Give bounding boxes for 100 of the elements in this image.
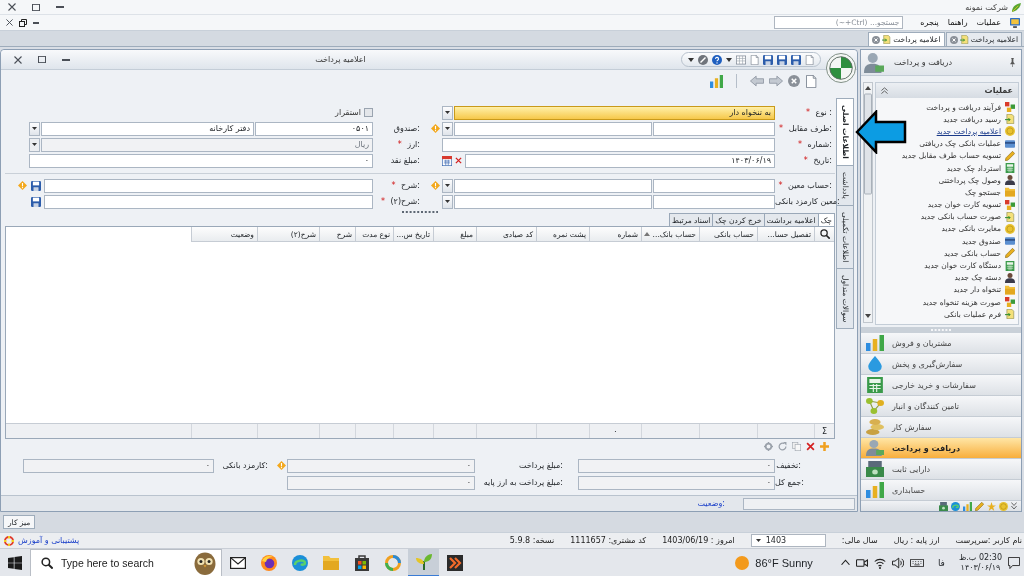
maximize-icon[interactable] (32, 3, 40, 11)
cross-icon[interactable] (455, 157, 462, 164)
caret-icon[interactable] (688, 57, 694, 62)
calendar-icon[interactable] (442, 155, 452, 166)
page-icon[interactable] (805, 74, 817, 88)
swirl-icon (291, 554, 308, 571)
dropdown-button[interactable] (442, 105, 453, 120)
star-icon[interactable] (987, 501, 996, 511)
dropdown-button[interactable] (29, 121, 40, 136)
maximize-icon[interactable] (38, 56, 46, 63)
keyboard-icon[interactable] (909, 556, 924, 569)
combo-field[interactable]: به تنخواه دار (454, 105, 775, 120)
search-icon[interactable] (819, 229, 830, 239)
double-chevron-icon[interactable] (1011, 502, 1017, 510)
close-icon[interactable] (8, 3, 16, 11)
section-header[interactable]: عملیات (876, 83, 1018, 98)
wifi-icon[interactable] (873, 556, 886, 569)
search-box[interactable]: Type here to search (30, 548, 222, 576)
bar-chart-icon[interactable] (963, 501, 972, 511)
module-button[interactable]: سفارشات و خرید خارجی (861, 375, 1021, 396)
cross-icon[interactable] (806, 442, 815, 451)
code-field[interactable] (653, 194, 775, 209)
pencil-icon (1005, 248, 1015, 259)
dropdown-button[interactable] (442, 121, 453, 136)
swirl-icon[interactable] (951, 501, 960, 511)
dropdown-button[interactable] (442, 194, 453, 209)
status-label: وضعیت: (697, 499, 725, 508)
close-icon[interactable] (872, 35, 881, 44)
shopping-bag-icon (353, 554, 370, 571)
module-button[interactable]: مشتریان و فروش (861, 333, 1021, 354)
code-field[interactable] (653, 121, 775, 136)
module-button[interactable]: سفارش‌گیری و پخش (861, 354, 1021, 375)
banknote-icon[interactable] (939, 501, 948, 511)
calculator-icon (866, 377, 884, 393)
minimize-icon[interactable] (33, 21, 39, 24)
bar-chart-icon[interactable] (710, 74, 723, 88)
leaf-icon (1012, 2, 1021, 12)
bar-chart-icon (866, 335, 884, 351)
dropdown-button[interactable] (442, 178, 453, 193)
close-icon[interactable] (14, 55, 22, 64)
field-label: مبلغ پرداخت به ارز پایه: (483, 478, 563, 487)
clock-date[interactable]: ۱۴۰۳/۰۶/۱۹ (960, 562, 1001, 573)
status-text: سال مالی: (841, 536, 878, 545)
module-button[interactable]: دارایی ثابت (861, 459, 1021, 480)
caret-icon[interactable] (726, 57, 732, 62)
person-icon (1005, 175, 1015, 186)
module-button[interactable]: سفارش کار (861, 417, 1021, 438)
dropdown-button[interactable] (29, 137, 40, 152)
close-icon[interactable] (949, 35, 958, 44)
lookup-field[interactable] (454, 121, 652, 136)
restore-icon[interactable] (19, 18, 27, 27)
document-icon (882, 35, 892, 44)
year-dropdown[interactable]: 1403 (750, 534, 826, 547)
support-link[interactable]: پشتیبانی و آموزش (4, 535, 80, 546)
clock-time[interactable]: 02:30 ب.ظ (958, 552, 1002, 563)
code-field[interactable]: ۰۵۰۱ (255, 121, 373, 136)
module-button[interactable]: تامین کنندگان و انبار (861, 396, 1021, 417)
windows-logo-icon[interactable] (8, 555, 22, 570)
close-icon[interactable] (788, 75, 800, 87)
amount-field[interactable]: ۰ (578, 458, 775, 473)
lookup-field[interactable] (454, 178, 652, 193)
minimize-icon[interactable] (62, 58, 70, 61)
amount-field[interactable]: ۰ (287, 458, 475, 473)
amount-field[interactable]: ۰ (29, 153, 373, 168)
text-field[interactable] (442, 137, 775, 152)
menu-item[interactable]: عملیات (976, 18, 1001, 27)
slash-circle-icon[interactable] (698, 54, 708, 65)
amount-field[interactable]: ۰ (23, 458, 214, 473)
lookup-field[interactable] (454, 194, 652, 209)
monitor-icon[interactable] (1010, 17, 1020, 28)
pin-icon[interactable] (1009, 58, 1016, 67)
close-icon[interactable] (6, 19, 13, 26)
status-text: کد مشتری: 1111657 (570, 536, 647, 545)
status-text: نام کاربر :سرپرست (955, 536, 1022, 545)
caret-icon (32, 127, 37, 130)
document-icon (959, 35, 969, 44)
pencil-icon[interactable] (975, 501, 984, 511)
coins-icon (866, 419, 884, 435)
chevron-up-icon[interactable] (840, 559, 850, 566)
weather-text[interactable]: 86°F Sunny (755, 556, 813, 569)
person-icon (864, 52, 884, 73)
blocks-icon (1005, 199, 1015, 210)
module-button[interactable]: حسابداری (861, 480, 1021, 501)
module-button[interactable]: دریافت و پرداخت (861, 438, 1021, 459)
language-indicator[interactable]: فا (937, 557, 945, 568)
date-field[interactable]: ۱۴۰۳/۰۶/۱۹ (465, 153, 775, 168)
code-field[interactable] (653, 178, 775, 193)
lookup-field[interactable]: دفتر کارخانه (41, 121, 254, 136)
logo-icon[interactable] (826, 53, 856, 83)
camera-icon[interactable] (855, 556, 868, 569)
menu-item[interactable]: پنجره (920, 18, 939, 27)
speaker-icon[interactable] (891, 556, 904, 569)
amount-field[interactable]: ۰ (578, 475, 775, 490)
help-icon[interactable] (712, 54, 722, 65)
menu-item[interactable]: راهنما (947, 18, 968, 27)
description-field[interactable] (44, 178, 373, 193)
description-field[interactable] (44, 194, 373, 209)
notification-icon[interactable] (1008, 556, 1020, 569)
search-input[interactable]: Type here to search (61, 556, 171, 569)
amount-field[interactable]: ۰ (287, 475, 475, 490)
